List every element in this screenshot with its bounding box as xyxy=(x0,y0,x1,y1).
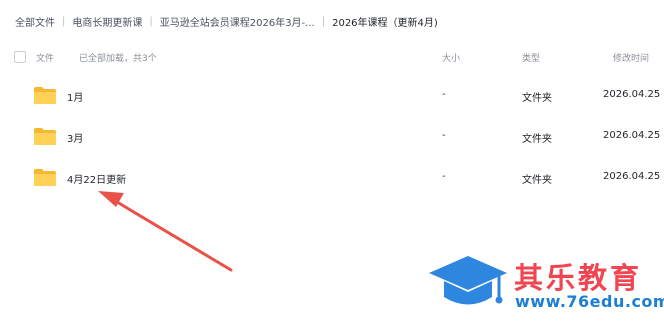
file-name[interactable]: 3月 xyxy=(67,130,83,145)
file-size: - xyxy=(442,171,446,182)
table-row[interactable]: 1月 - 文件夹 2026.04.25 1... xyxy=(0,76,664,116)
file-type: 文件夹 xyxy=(522,175,552,186)
column-header-mtime[interactable]: 修改时间 xyxy=(613,51,649,64)
breadcrumb-separator: | xyxy=(149,15,153,27)
folder-icon xyxy=(34,128,56,145)
file-size: - xyxy=(442,89,446,100)
file-mtime: 2026.04.25 1... xyxy=(603,130,664,141)
file-mtime: 2026.04.25 1... xyxy=(603,89,664,100)
breadcrumb-current-folder: 2026年课程（更新4月) xyxy=(332,17,438,29)
column-header-type[interactable]: 类型 xyxy=(522,51,540,64)
file-size: - xyxy=(442,130,446,141)
file-type: 文件夹 xyxy=(522,93,552,104)
file-name[interactable]: 1月 xyxy=(67,89,83,104)
file-browser-page: 全部文件 | 电商长期更新课 | 亚马逊全站会员课程2026年3月-... | … xyxy=(0,0,664,321)
file-type: 文件夹 xyxy=(522,134,552,145)
file-name[interactable]: 4月22日更新 xyxy=(67,171,126,186)
file-list-header: 文件 已全部加载，共3个 大小 类型 修改时间 xyxy=(0,46,664,68)
breadcrumb-ecommerce-course[interactable]: 电商长期更新课 xyxy=(72,14,142,29)
watermark-title: 其乐教育 xyxy=(514,261,643,295)
select-all-checkbox[interactable] xyxy=(14,51,26,63)
column-header-size[interactable]: 大小 xyxy=(442,51,460,64)
folder-icon xyxy=(34,87,56,104)
breadcrumb-separator: | xyxy=(321,15,326,27)
breadcrumb-amazon-membership[interactable]: 亚马逊全站会员课程2026年3月-... xyxy=(160,14,315,29)
breadcrumb-all-files[interactable]: 全部文件 xyxy=(15,14,55,29)
graduation-cap-icon xyxy=(429,256,507,305)
table-row[interactable]: 3月 - 文件夹 2026.04.25 1... xyxy=(0,117,664,157)
breadcrumb-separator: | xyxy=(62,15,66,27)
table-row[interactable]: 4月22日更新 - 文件夹 2026.04.25 1... xyxy=(0,158,664,198)
file-mtime: 2026.04.25 1... xyxy=(603,171,664,182)
column-header-name[interactable]: 文件 xyxy=(36,51,54,64)
folder-icon xyxy=(34,169,56,186)
load-status-text: 已全部加载，共3个 xyxy=(79,54,157,64)
watermark: 其乐教育 www.76edu.com xyxy=(427,252,664,321)
watermark-url: www.76edu.com xyxy=(515,292,664,311)
breadcrumb: 全部文件 | 电商长期更新课 | 亚马逊全站会员课程2026年3月-... | … xyxy=(15,13,438,29)
